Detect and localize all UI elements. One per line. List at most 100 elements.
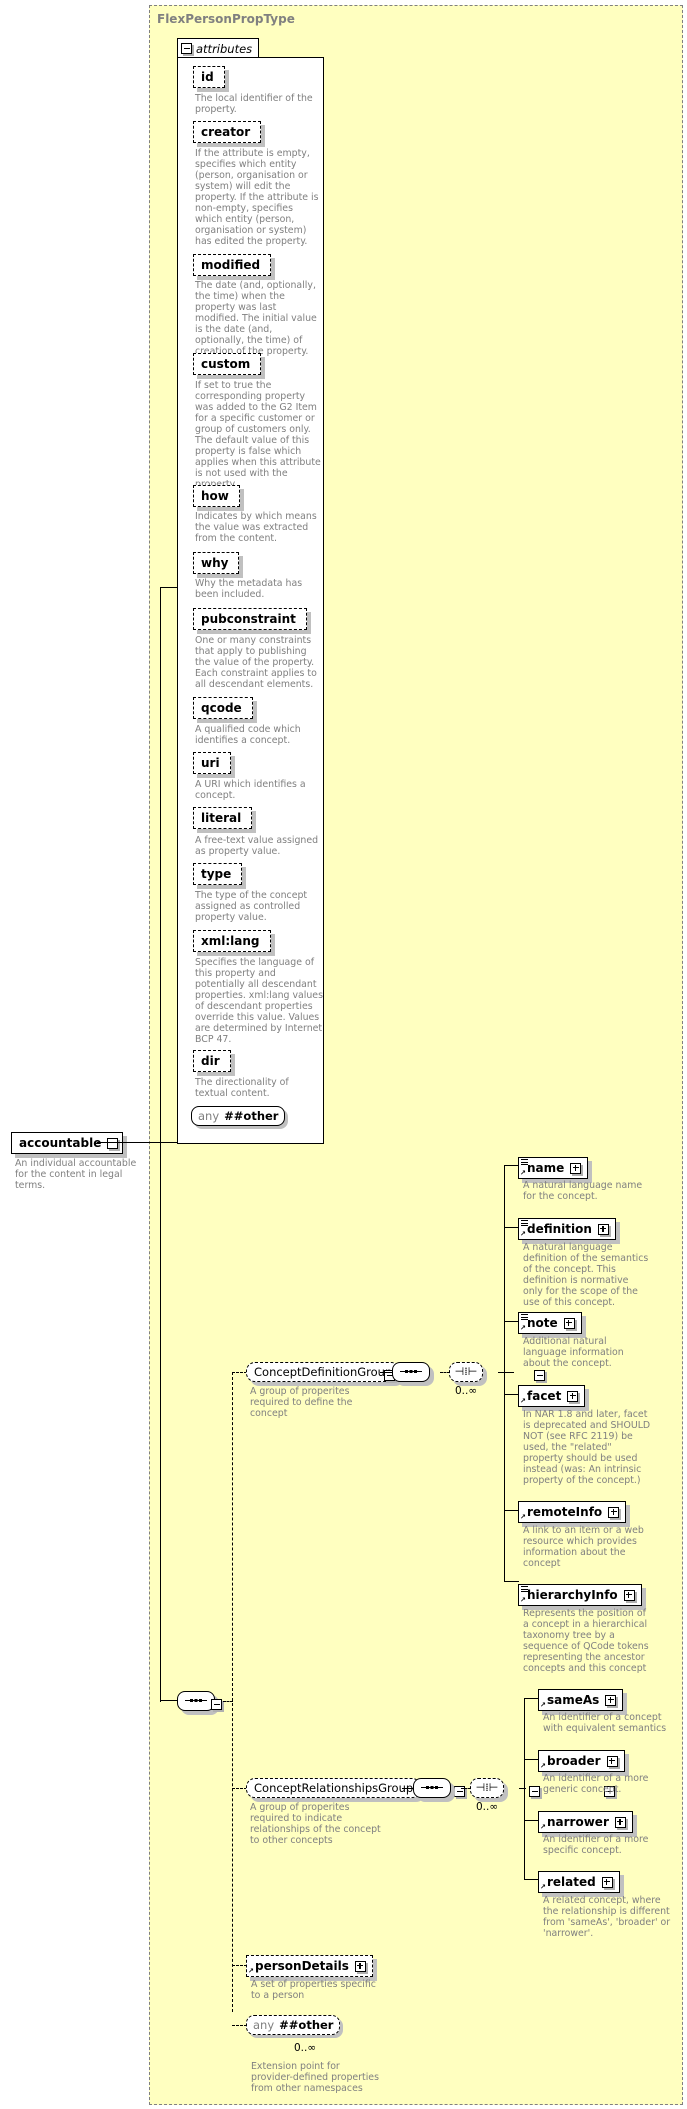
sequence-dots: [426, 1786, 438, 1789]
element-note[interactable]: ↗ note: [518, 1312, 582, 1334]
attribute-description: A free-text value assigned as property v…: [195, 835, 319, 857]
element-description: Extension point for provider-defined pro…: [251, 2061, 379, 2094]
attribute-qcode[interactable]: qcode: [193, 697, 253, 719]
reference-arrow-icon: ↗: [540, 1823, 546, 1831]
expand-icon[interactable]: [570, 1162, 582, 1174]
element-persondetails[interactable]: ↗ personDetails: [246, 1955, 373, 1977]
attribute-xml-lang[interactable]: xml:lang: [193, 930, 271, 952]
attributes-tab-label: attributes: [196, 41, 253, 56]
connector-line: [232, 1965, 247, 1966]
multiplicity-label: 0..∞: [294, 2042, 317, 2054]
multiplicity-label: 0..∞: [455, 1385, 478, 1397]
any-other-element[interactable]: any ##other: [246, 2015, 341, 2035]
connector-line: [524, 1759, 539, 1761]
element-narrower[interactable]: ↗ narrower: [538, 1811, 633, 1833]
element-hierarchyinfo[interactable]: ↗ hierarchyInfo: [518, 1584, 642, 1606]
attribute-how[interactable]: how: [193, 485, 240, 507]
element-definition[interactable]: ↗ definition: [518, 1218, 616, 1240]
sequence-dots: [190, 1699, 202, 1702]
expand-icon[interactable]: [597, 1223, 609, 1235]
element-related[interactable]: ↗ related: [538, 1871, 620, 1893]
element-name-label: note: [527, 1316, 558, 1330]
attribute-description: The date (and, optionally, the time) whe…: [195, 280, 317, 357]
connector-line: [524, 1698, 526, 1879]
attributes-tab[interactable]: attributes: [177, 38, 260, 58]
documentation-icon: [521, 1314, 528, 1322]
attribute-name: pubconstraint: [201, 612, 296, 626]
sequence-compositor[interactable]: [413, 1778, 451, 1798]
attribute-id[interactable]: id: [193, 66, 225, 88]
expand-icon[interactable]: [606, 1755, 618, 1767]
any-other-attribute[interactable]: any ##other: [191, 1106, 286, 1126]
reference-arrow-icon: ↗: [248, 1967, 254, 1975]
attribute-modified[interactable]: modified: [193, 254, 272, 276]
sequence-compositor[interactable]: [392, 1362, 430, 1382]
element-description: An identifier of a more generic concept.: [543, 1773, 649, 1795]
reference-arrow-icon: ↗: [520, 1230, 526, 1238]
element-description: An identifier of a more specific concept…: [543, 1834, 649, 1856]
group-name: ConceptRelationshipsGroup: [254, 1781, 414, 1795]
expand-icon[interactable]: [354, 1960, 366, 1972]
element-broader[interactable]: ↗ broader: [538, 1750, 625, 1772]
element-description: In NAR 1.8 and later, facet is deprecate…: [523, 1409, 651, 1486]
element-description: A related concept, where the relationshi…: [543, 1895, 671, 1939]
attribute-creator[interactable]: creator: [193, 121, 262, 143]
element-description: A set of properties specific to a person: [251, 1979, 376, 2001]
element-name-label: name: [527, 1161, 565, 1175]
attribute-description: Specifies the language of this property …: [195, 957, 323, 1045]
attribute-name: custom: [201, 357, 251, 371]
expand-icon[interactable]: [623, 1589, 635, 1601]
element-name-label: remoteInfo: [527, 1505, 603, 1519]
element-remoteinfo[interactable]: ↗ remoteInfo: [518, 1501, 627, 1523]
expand-icon[interactable]: [608, 1506, 620, 1518]
attribute-custom[interactable]: custom: [193, 353, 262, 375]
choice-icon: ⊣⁞⊢: [454, 1365, 478, 1378]
choice-compositor[interactable]: ⊣⁞⊢: [470, 1778, 504, 1798]
element-sameas[interactable]: ↗ sameAs: [538, 1689, 624, 1711]
attribute-uri[interactable]: uri: [193, 752, 231, 774]
element-description: A natural language definition of the sem…: [523, 1242, 649, 1308]
connector-line: [524, 1879, 539, 1881]
attribute-description: A qualified code which identifies a conc…: [195, 724, 301, 746]
attribute-description: One or many constraints that apply to pu…: [195, 635, 317, 690]
documentation-icon: [521, 1586, 528, 1594]
attribute-name: type: [201, 867, 232, 881]
element-description: Represents the position of a concept in …: [523, 1608, 649, 1674]
connector-line: [504, 1227, 519, 1229]
group-concept-relationships[interactable]: ConceptRelationshipsGroup: [246, 1778, 422, 1798]
connector-line: [232, 2025, 247, 2026]
sequence-dots: [405, 1370, 417, 1373]
any-label: any: [253, 2018, 275, 2032]
choice-compositor[interactable]: ⊣⁞⊢: [449, 1362, 483, 1382]
expand-icon[interactable]: [614, 1816, 626, 1828]
collapse-icon[interactable]: [211, 1699, 222, 1710]
expand-icon[interactable]: [567, 1390, 579, 1402]
attribute-pubconstraint[interactable]: pubconstraint: [193, 608, 307, 630]
collapse-icon[interactable]: [181, 43, 192, 54]
attribute-dir[interactable]: dir: [193, 1050, 231, 1072]
expand-icon[interactable]: [605, 1694, 617, 1706]
element-name-label: definition: [527, 1222, 592, 1236]
attribute-why[interactable]: why: [193, 552, 240, 574]
group-concept-definition[interactable]: ConceptDefinitionGroup: [246, 1362, 401, 1382]
root-element-description: An individual accountable for the conten…: [15, 1158, 137, 1191]
attribute-description: Indicates by which means the value was e…: [195, 511, 317, 544]
attribute-type[interactable]: type: [193, 863, 243, 885]
element-name-label: broader: [547, 1754, 601, 1768]
expand-icon[interactable]: [601, 1876, 613, 1888]
sequence-compositor[interactable]: [177, 1691, 215, 1711]
collapse-icon[interactable]: [534, 1370, 546, 1381]
element-facet[interactable]: ↗ facet: [518, 1385, 586, 1407]
attribute-literal[interactable]: literal: [193, 807, 253, 829]
attribute-description: If set to true the corresponding propert…: [195, 380, 321, 490]
attribute-name: how: [201, 489, 229, 503]
attribute-name: qcode: [201, 701, 242, 715]
expand-icon[interactable]: [563, 1317, 575, 1329]
connector-line: [504, 1394, 519, 1396]
group-description: A group of properites required to indica…: [250, 1802, 381, 1846]
element-description: Additional natural language information …: [523, 1336, 624, 1369]
element-name[interactable]: ↗ name: [518, 1157, 589, 1179]
collapse-icon[interactable]: [529, 1786, 541, 1797]
attribute-description: The type of the concept assigned as cont…: [195, 890, 308, 923]
connector-line: [97, 1142, 177, 1144]
